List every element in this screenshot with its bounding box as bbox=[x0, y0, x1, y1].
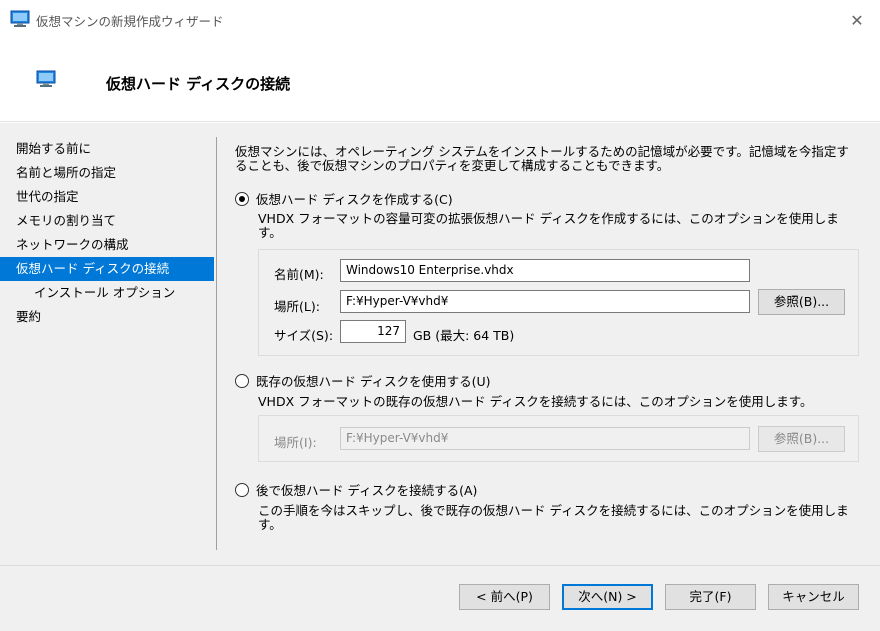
attach-later-radio[interactable] bbox=[235, 482, 249, 497]
next-button[interactable]: 次へ(N) > bbox=[562, 584, 653, 610]
page-header: 仮想ハード ディスクの接続 bbox=[0, 40, 880, 122]
existing-vhd-location-input[interactable]: F:¥Hyper-V¥vhd¥ bbox=[340, 427, 750, 450]
vhd-size-input[interactable]: 127 bbox=[340, 320, 406, 343]
vertical-divider bbox=[216, 137, 217, 550]
create-vhd-option[interactable]: 仮想ハード ディスクを作成する(C) bbox=[235, 189, 453, 208]
create-vhd-description-line2: す。 bbox=[258, 225, 282, 240]
nav-item-name-location[interactable]: 名前と場所の指定 bbox=[0, 161, 214, 185]
vhd-location-input[interactable]: F:¥Hyper-V¥vhd¥ bbox=[340, 290, 750, 313]
cancel-button[interactable]: キャンセル bbox=[768, 584, 859, 610]
create-vhd-description-line1: VHDX フォーマットの容量可変の拡張仮想ハード ディスクを作成するには、このオ… bbox=[258, 211, 839, 226]
close-button[interactable]: ✕ bbox=[834, 0, 880, 40]
use-existing-vhd-radio[interactable] bbox=[235, 373, 249, 388]
create-vhd-settings-group: 名前(M): Windows10 Enterprise.vhdx 場所(L): … bbox=[258, 249, 859, 356]
nav-item-connect-vhd[interactable]: 仮想ハード ディスクの接続 bbox=[0, 257, 214, 281]
nav-item-generation[interactable]: 世代の指定 bbox=[0, 185, 214, 209]
size-label: サイズ(S): bbox=[274, 328, 334, 343]
location-label: 場所(L): bbox=[274, 299, 320, 314]
existing-location-label: 場所(I): bbox=[274, 435, 317, 450]
close-icon: ✕ bbox=[850, 10, 864, 30]
page-title: 仮想ハード ディスクの接続 bbox=[106, 75, 291, 93]
nav-item-summary[interactable]: 要約 bbox=[0, 305, 214, 329]
attach-later-description-line1: この手順を今はスキップし、後で既存の仮想ハード ディスクを接続するには、このオプ… bbox=[258, 503, 849, 518]
title-bar: 仮想マシンの新規作成ウィザード ✕ bbox=[0, 0, 880, 40]
browse-location-button[interactable]: 参照(B)... bbox=[758, 289, 845, 315]
attach-later-label[interactable]: 後で仮想ハード ディスクを接続する(A) bbox=[256, 480, 477, 499]
use-existing-vhd-label[interactable]: 既存の仮想ハード ディスクを使用する(U) bbox=[256, 371, 491, 390]
size-unit-label: GB (最大: 64 TB) bbox=[413, 328, 515, 343]
wizard-body: 開始する前に 名前と場所の指定 世代の指定 メモリの割り当て ネットワークの構成… bbox=[0, 123, 880, 565]
back-button[interactable]: < 前へ(P) bbox=[459, 584, 550, 610]
browse-existing-button[interactable]: 参照(B)... bbox=[758, 426, 845, 452]
create-vhd-label[interactable]: 仮想ハード ディスクを作成する(C) bbox=[256, 189, 453, 208]
use-existing-vhd-description: VHDX フォーマットの既存の仮想ハード ディスクを接続するには、このオプション… bbox=[258, 394, 813, 409]
finish-button[interactable]: 完了(F) bbox=[665, 584, 756, 610]
wizard-step-list: 開始する前に 名前と場所の指定 世代の指定 メモリの割り当て ネットワークの構成… bbox=[0, 137, 214, 329]
wizard-footer: < 前へ(P) 次へ(N) > 完了(F) キャンセル bbox=[0, 566, 880, 631]
hyper-v-monitor-icon bbox=[36, 70, 56, 91]
nav-item-networking[interactable]: ネットワークの構成 bbox=[0, 233, 214, 257]
attach-later-description-line2: す。 bbox=[258, 517, 282, 532]
nav-item-memory[interactable]: メモリの割り当て bbox=[0, 209, 214, 233]
use-existing-vhd-option[interactable]: 既存の仮想ハード ディスクを使用する(U) bbox=[235, 371, 491, 390]
existing-vhd-settings-group: 場所(I): F:¥Hyper-V¥vhd¥ 参照(B)... bbox=[258, 415, 859, 462]
hyper-v-monitor-icon bbox=[10, 10, 30, 31]
nav-item-installation-options[interactable]: インストール オプション bbox=[0, 281, 214, 305]
nav-item-before-you-begin[interactable]: 開始する前に bbox=[0, 137, 214, 161]
vhd-name-input[interactable]: Windows10 Enterprise.vhdx bbox=[340, 259, 750, 282]
create-vhd-radio[interactable] bbox=[235, 191, 249, 206]
intro-text-line1: 仮想マシンには、オペレーティング システムをインストールするための記憶域が必要で… bbox=[235, 144, 849, 159]
attach-later-option[interactable]: 後で仮想ハード ディスクを接続する(A) bbox=[235, 480, 477, 499]
name-label: 名前(M): bbox=[274, 267, 324, 282]
window-title: 仮想マシンの新規作成ウィザード bbox=[36, 14, 224, 29]
intro-text-line2: ることも、後で仮想マシンのプロパティを変更して構成することもできます。 bbox=[235, 158, 670, 173]
